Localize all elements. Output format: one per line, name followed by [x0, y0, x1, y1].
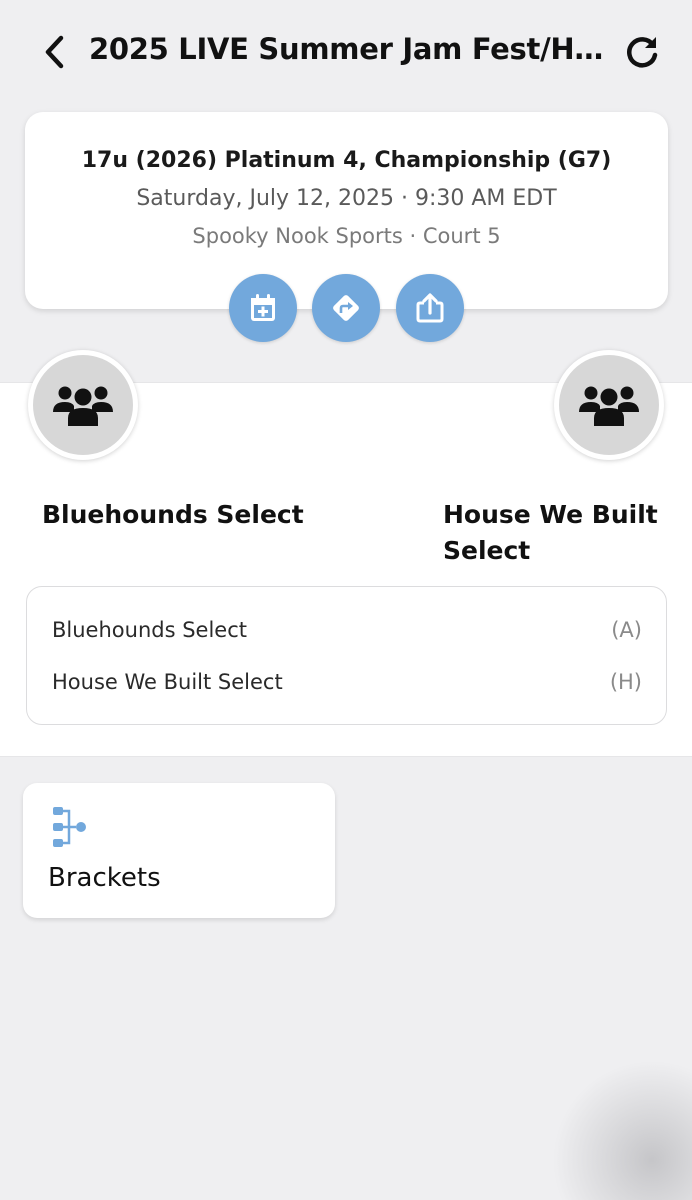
corner-shadow: [552, 1060, 692, 1200]
home-team-tag: (H): [609, 670, 642, 694]
calendar-add-icon: [251, 294, 275, 321]
page-title: 2025 LIVE Summer Jam Fest/HGS…: [89, 32, 609, 66]
event-datetime: Saturday, July 12, 2025 · 9:30 AM EDT: [136, 186, 557, 211]
brackets-label: Brackets: [48, 863, 161, 893]
away-team-avatar: [28, 350, 138, 460]
home-team-row-name: House We Built Select: [52, 670, 283, 694]
group-icon: [579, 386, 639, 426]
app-header: 2025 LIVE Summer Jam Fest/HGS…: [0, 0, 692, 104]
group-icon: [53, 386, 113, 426]
add-to-calendar-button[interactable]: [229, 274, 297, 342]
teams-list: Bluehounds Select (A) House We Built Sel…: [26, 586, 667, 725]
refresh-icon: [627, 37, 658, 68]
share-button[interactable]: [396, 274, 464, 342]
event-venue: Spooky Nook Sports · Court 5: [192, 224, 501, 248]
share-icon: [416, 293, 444, 323]
home-team-row[interactable]: House We Built Select (H): [52, 667, 642, 697]
away-team-tag: (A): [611, 618, 642, 642]
event-name: 17u (2026) Platinum 4, Championship (G7): [81, 148, 612, 173]
away-team-row[interactable]: Bluehounds Select (A): [52, 615, 642, 645]
away-team-row-name: Bluehounds Select: [52, 618, 247, 642]
home-team-name[interactable]: House We Built Select: [443, 497, 673, 569]
refresh-button[interactable]: [620, 30, 664, 74]
game-detail-screen: 2025 LIVE Summer Jam Fest/HGS… 17u (2026…: [0, 0, 692, 1200]
directions-icon: [333, 295, 359, 321]
bracket-tree-icon: [53, 807, 86, 847]
away-team-name[interactable]: Bluehounds Select: [42, 497, 342, 533]
back-button[interactable]: [36, 30, 72, 74]
brackets-button[interactable]: Brackets: [23, 783, 335, 918]
home-team-avatar: [554, 350, 664, 460]
chevron-left-icon: [45, 35, 64, 69]
directions-button[interactable]: [312, 274, 380, 342]
